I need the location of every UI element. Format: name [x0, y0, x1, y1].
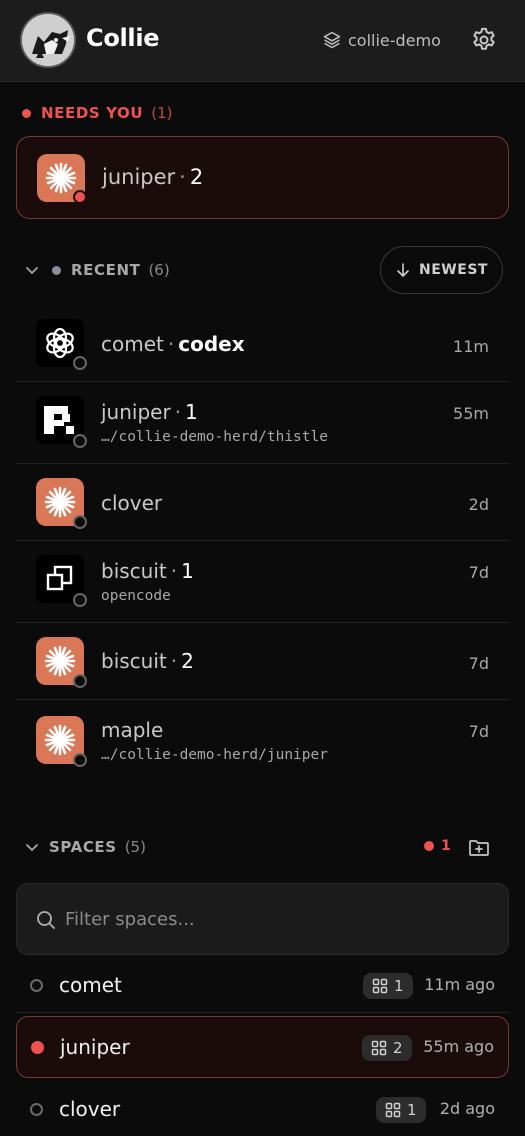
alert-count: 1	[441, 838, 451, 854]
item-title: maple	[101, 718, 163, 742]
recent-item[interactable]: maple …/collie-demo-herd/juniper 7d	[16, 700, 509, 780]
collie-avatar[interactable]	[20, 12, 76, 68]
grid-icon	[371, 1040, 387, 1056]
needs-you-count: (1)	[151, 104, 173, 122]
spaces-alert-indicator: 1	[424, 838, 451, 854]
grid-icon	[385, 1102, 401, 1118]
idle-status-dot	[73, 434, 87, 448]
item-sep: ·	[174, 400, 182, 424]
item-name: biscuit	[101, 649, 167, 673]
recent-dot	[52, 265, 61, 275]
space-status-dot	[30, 1103, 43, 1116]
item-name: juniper	[101, 400, 171, 424]
space-time: 11m ago	[424, 975, 495, 994]
item-sep: ·	[167, 332, 175, 356]
item-time: 55m	[453, 404, 489, 423]
item-time: 11m	[453, 337, 489, 356]
item-path: …/collie-demo-herd/juniper	[101, 747, 328, 763]
filter-spaces-field[interactable]	[16, 883, 509, 955]
space-item-juniper[interactable]: juniper 2 55m ago	[16, 1016, 509, 1078]
gear-icon[interactable]	[470, 26, 498, 54]
item-tag: 2	[189, 165, 204, 189]
item-time: 7d	[468, 563, 489, 582]
badge-count: 2	[393, 1039, 403, 1057]
recent-item[interactable]: biscuit · 1 opencode 7d	[16, 541, 509, 623]
space-time: 55m ago	[423, 1037, 494, 1056]
item-tag: 1	[185, 400, 198, 424]
item-agent: opencode	[101, 588, 171, 604]
chevron-down-icon[interactable]	[24, 262, 40, 278]
item-title: comet · codex	[101, 332, 245, 356]
space-name: comet	[59, 973, 122, 997]
item-title: biscuit · 1	[101, 559, 194, 583]
recent-item[interactable]: clover 2d	[16, 464, 509, 541]
recent-label: RECENT	[71, 261, 141, 279]
item-name: maple	[101, 718, 164, 742]
badge-count: 1	[394, 977, 404, 995]
idle-status-dot	[73, 593, 87, 607]
search-icon	[35, 909, 57, 931]
top-bar: Collie collie-demo	[0, 0, 525, 82]
sort-newest-button[interactable]: NEWEST	[380, 246, 503, 294]
chevron-down-icon[interactable]	[24, 839, 40, 855]
needs-you-dot	[22, 108, 31, 118]
item-tag: 1	[181, 559, 194, 583]
recent-item[interactable]: juniper · 1 …/collie-demo-herd/thistle 55m	[16, 382, 509, 464]
space-time: 2d ago	[439, 1099, 495, 1118]
item-title: clover	[101, 491, 162, 515]
spaces-label: SPACES	[49, 838, 117, 856]
item-name: juniper	[102, 165, 176, 189]
idle-status-dot	[73, 674, 87, 688]
item-sep: ·	[170, 559, 178, 583]
workspace-count-badge: 1	[363, 973, 413, 999]
recent-header[interactable]: RECENT (6)	[24, 261, 170, 279]
needs-you-item-title: juniper · 2	[102, 165, 203, 189]
project-selector[interactable]: collie-demo	[322, 28, 441, 52]
alert-dot	[424, 841, 434, 851]
item-title: biscuit · 2	[101, 649, 194, 673]
workspace-count-badge: 2	[362, 1035, 412, 1061]
item-tag: 2	[181, 649, 194, 673]
space-item-clover[interactable]: clover 1 2d ago	[16, 1079, 509, 1136]
recent-item[interactable]: comet · codex 11m	[16, 304, 509, 382]
space-item-comet[interactable]: comet 1 11m ago	[16, 955, 509, 1017]
spaces-count: (5)	[124, 838, 146, 856]
workspace-count-badge: 1	[376, 1097, 426, 1123]
space-status-dot	[31, 1041, 44, 1054]
needs-you-item[interactable]: juniper · 2	[16, 136, 509, 219]
item-name: comet	[101, 332, 164, 356]
space-name: juniper	[60, 1035, 130, 1059]
layers-icon	[322, 30, 342, 50]
item-time: 7d	[468, 722, 489, 741]
item-sep: ·	[170, 649, 178, 673]
idle-status-dot	[73, 515, 87, 529]
project-name: collie-demo	[348, 30, 441, 50]
idle-status-dot	[73, 753, 87, 767]
space-name: clover	[59, 1097, 121, 1121]
attention-status-dot	[73, 190, 87, 204]
arrow-down-icon	[395, 262, 411, 278]
item-name: biscuit	[101, 559, 167, 583]
app-title: Collie	[86, 24, 160, 52]
space-status-dot	[30, 979, 43, 992]
needs-you-header: NEEDS YOU (1)	[22, 104, 172, 122]
item-path: …/collie-demo-herd/thistle	[101, 429, 328, 445]
item-time: 7d	[468, 654, 489, 673]
recent-count: (6)	[148, 261, 170, 279]
item-tag: codex	[178, 332, 245, 356]
item-time: 2d	[468, 495, 489, 514]
item-title: juniper · 1	[101, 400, 198, 424]
recent-item[interactable]: biscuit · 2 7d	[16, 623, 509, 700]
needs-you-label: NEEDS YOU	[41, 104, 144, 122]
item-sep: ·	[179, 165, 186, 189]
badge-count: 1	[407, 1101, 417, 1119]
sort-label: NEWEST	[419, 262, 488, 278]
idle-status-dot	[73, 356, 87, 370]
spaces-header[interactable]: SPACES (5)	[24, 838, 146, 856]
grid-icon	[372, 978, 388, 994]
new-folder-icon[interactable]	[467, 836, 491, 860]
filter-spaces-input[interactable]	[65, 902, 485, 936]
divider	[16, 1012, 509, 1013]
item-name: clover	[101, 491, 163, 515]
